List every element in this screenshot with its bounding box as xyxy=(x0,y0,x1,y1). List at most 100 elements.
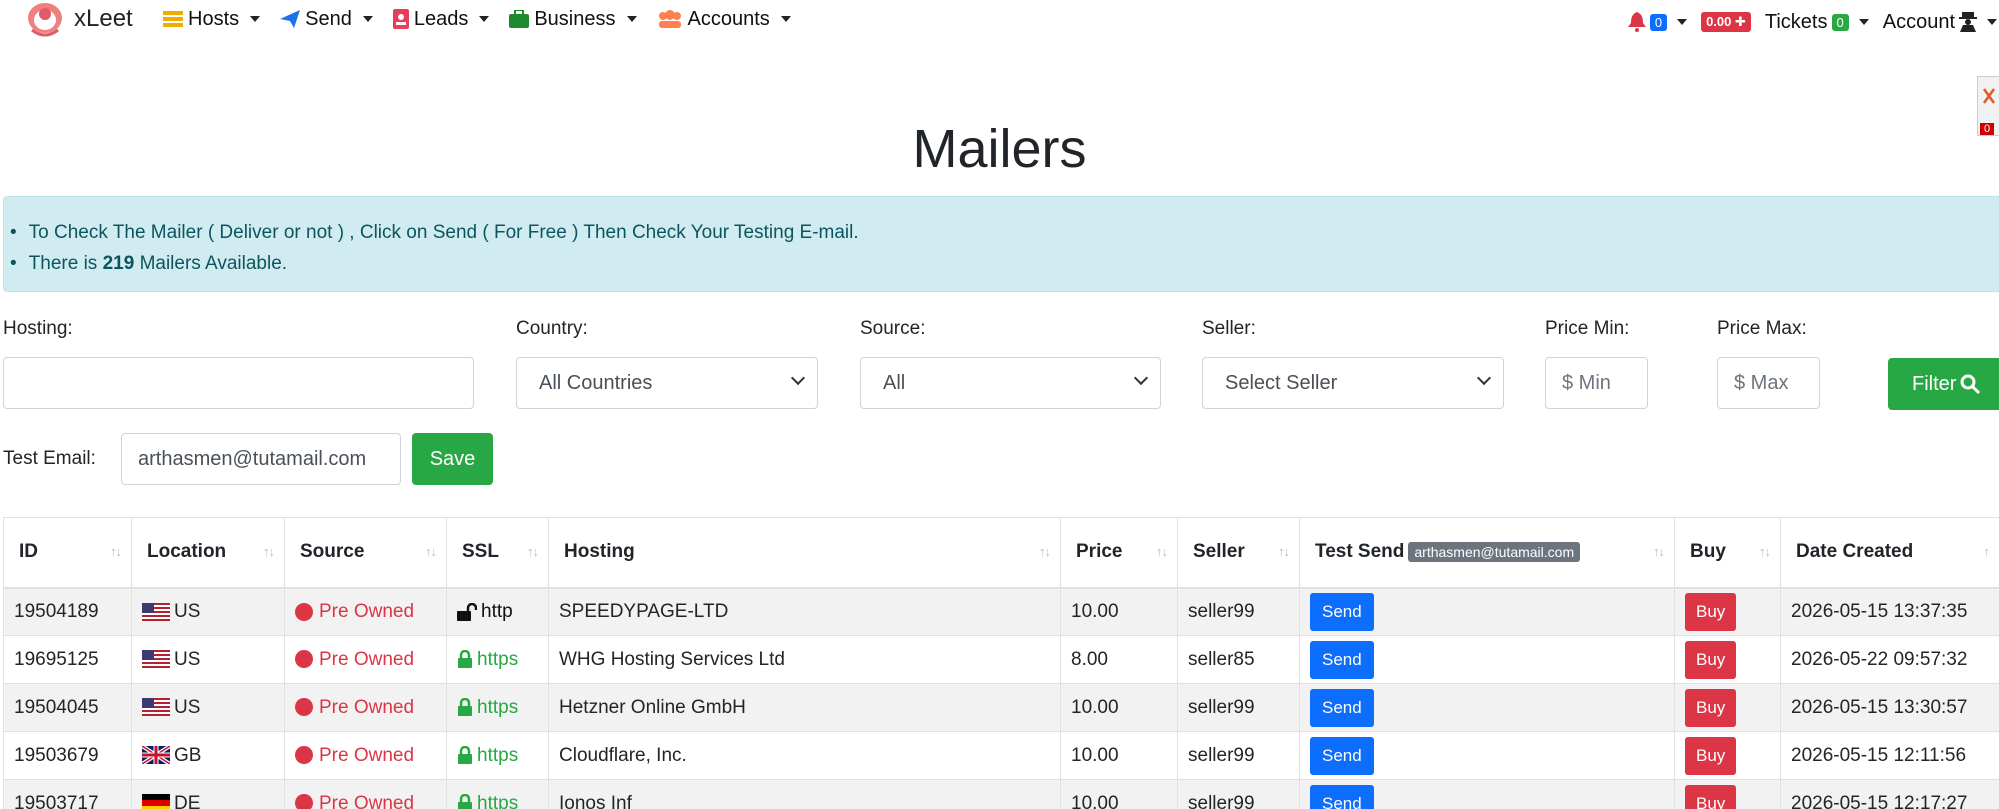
test-send-email-badge: arthasmen@tutamail.com xyxy=(1408,542,1581,563)
menu-send-label: Send xyxy=(305,7,352,30)
de-flag-icon xyxy=(142,794,170,809)
seller-select-value: Select Seller xyxy=(1225,371,1338,394)
cell-date: 2026-05-15 12:17:27 xyxy=(1780,779,1999,809)
brand-name: xLeet xyxy=(74,5,133,32)
cell-price: 8.00 xyxy=(1060,635,1178,684)
seller-select[interactable]: Select Seller xyxy=(1202,357,1504,409)
account-label: Account xyxy=(1882,10,1955,33)
cell-test-send: Send xyxy=(1299,779,1675,809)
buy-button[interactable]: Buy xyxy=(1685,592,1737,631)
balance-value: 0.00 ✚ xyxy=(1701,12,1751,32)
buy-button[interactable]: Buy xyxy=(1685,688,1737,727)
close-x-icon xyxy=(1982,88,1996,104)
menu-business[interactable]: Business xyxy=(509,7,637,31)
cell-date: 2026-05-22 09:57:32 xyxy=(1780,635,1999,684)
sort-icon: ↑↓ xyxy=(1278,544,1290,559)
user-secret-icon xyxy=(1959,12,1977,32)
price-max-input[interactable]: $ Max xyxy=(1717,357,1820,409)
lock-icon xyxy=(458,794,472,809)
save-button[interactable]: Save xyxy=(412,433,493,485)
send-button[interactable]: Send xyxy=(1310,592,1374,631)
country-select[interactable]: All Countries xyxy=(516,357,818,409)
notifications-dropdown[interactable]: 0 xyxy=(1627,12,1688,32)
test-email-input[interactable]: arthasmen@tutamail.com xyxy=(121,433,401,485)
balance-badge[interactable]: 0.00 ✚ xyxy=(1701,12,1751,32)
menu-accounts[interactable]: Accounts xyxy=(657,8,791,31)
chevron-down-icon xyxy=(1858,19,1869,25)
cell-source: Pre Owned xyxy=(284,587,447,636)
users-icon xyxy=(658,10,681,28)
col-ssl[interactable]: SSL ↑↓ xyxy=(446,517,549,589)
cell-date: 2026-05-15 12:11:56 xyxy=(1780,731,1999,780)
source-select-value: All xyxy=(883,371,906,394)
col-date-created[interactable]: Date Created ↑ xyxy=(1780,517,1999,589)
account-dropdown[interactable]: Account xyxy=(1883,11,1997,34)
table-header-row: ID ↑↓ Location ↑↓ Source ↑↓ SSL ↑↓ Hosting ↑↓… xyxy=(3,517,1999,589)
cell-source: Pre Owned xyxy=(284,683,447,732)
chevron-down-icon xyxy=(790,370,806,386)
sort-icon: ↑↓ xyxy=(263,544,275,559)
alert-line-1: To Check The Mailer ( Deliver or not ) ,… xyxy=(10,217,1999,248)
lock-icon xyxy=(458,746,472,765)
cell-price: 10.00 xyxy=(1060,779,1178,809)
us-flag-icon xyxy=(142,698,170,717)
col-hosting[interactable]: Hosting ↑↓ xyxy=(548,517,1061,589)
col-price[interactable]: Price ↑↓ xyxy=(1060,517,1178,589)
table-row: 19504045 US Pre Owned https Hetzner Online G… xyxy=(3,683,1999,732)
filter-button[interactable]: Filter xyxy=(1888,358,1999,410)
cell-date: 2026-05-15 13:37:35 xyxy=(1780,587,1999,636)
chevron-down-icon xyxy=(362,16,373,22)
chevron-down-icon xyxy=(479,16,490,22)
table-row: 19503679 GB Pre Owned https Cloudflare, Inc.… xyxy=(3,731,1999,780)
col-source[interactable]: Source ↑↓ xyxy=(284,517,447,589)
send-button[interactable]: Send xyxy=(1310,640,1374,679)
menu-send[interactable]: Send xyxy=(280,8,373,31)
seller-label: Seller: xyxy=(1202,318,1256,339)
price-min-input[interactable]: $ Min xyxy=(1545,357,1648,409)
buy-button[interactable]: Buy xyxy=(1685,736,1737,775)
cell-id: 19504189 xyxy=(3,587,132,636)
tickets-dropdown[interactable]: Tickets 0 xyxy=(1765,11,1869,34)
send-button[interactable]: Send xyxy=(1310,688,1374,727)
menu-business-label: Business xyxy=(534,7,616,30)
brand[interactable]: xLeet xyxy=(24,0,133,38)
us-flag-icon xyxy=(142,602,170,621)
buy-button[interactable]: Buy xyxy=(1685,640,1737,679)
menu-leads[interactable]: Leads xyxy=(392,8,490,31)
menu-hosts-label: Hosts xyxy=(188,7,240,30)
table-row: 19695125 US Pre Owned https WHG Hosting Serv… xyxy=(3,635,1999,684)
send-button[interactable]: Send xyxy=(1310,784,1374,809)
source-select[interactable]: All xyxy=(860,357,1161,409)
top-navbar: xLeet Hosts Send Leads Business Accounts… xyxy=(0,0,1999,60)
cell-location: GB xyxy=(131,731,285,780)
cell-buy: Buy xyxy=(1674,683,1781,732)
alert-line-2: There is 219 Mailers Available. xyxy=(10,248,1999,279)
page-title: Mailers xyxy=(912,119,1087,179)
col-seller[interactable]: Seller ↑↓ xyxy=(1177,517,1300,589)
table-row: 19503717 DE Pre Owned https Ionos Inf 10.00 se… xyxy=(3,779,1999,809)
cell-buy: Buy xyxy=(1674,779,1781,809)
cell-location: DE xyxy=(131,779,285,809)
cell-buy: Buy xyxy=(1674,731,1781,780)
col-location[interactable]: Location ↑↓ xyxy=(131,517,285,589)
menu-accounts-label: Accounts xyxy=(687,7,770,30)
cell-id: 19695125 xyxy=(3,635,132,684)
country-label: Country: xyxy=(516,318,588,339)
cell-hosting: WHG Hosting Services Ltd xyxy=(548,635,1061,684)
unlock-icon xyxy=(457,602,477,621)
cell-buy: Buy xyxy=(1674,587,1781,636)
hosting-input[interactable] xyxy=(3,357,474,409)
mailer-count: 219 xyxy=(102,252,135,274)
source-label: Source: xyxy=(860,318,926,339)
col-buy[interactable]: Buy ↑↓ xyxy=(1674,517,1781,589)
cell-hosting: Ionos Inf xyxy=(548,779,1061,809)
chevron-down-icon xyxy=(626,16,637,22)
lock-icon xyxy=(458,650,472,669)
col-test-send[interactable]: Test Send arthasmen@tutamail.com ↑↓ xyxy=(1299,517,1675,589)
buy-button[interactable]: Buy xyxy=(1685,784,1737,809)
send-button[interactable]: Send xyxy=(1310,736,1374,775)
chevron-down-icon xyxy=(780,16,791,22)
col-id[interactable]: ID ↑↓ xyxy=(3,517,132,589)
menu-hosts[interactable]: Hosts xyxy=(163,7,261,31)
filter-button-label: Filter xyxy=(1912,372,1957,395)
